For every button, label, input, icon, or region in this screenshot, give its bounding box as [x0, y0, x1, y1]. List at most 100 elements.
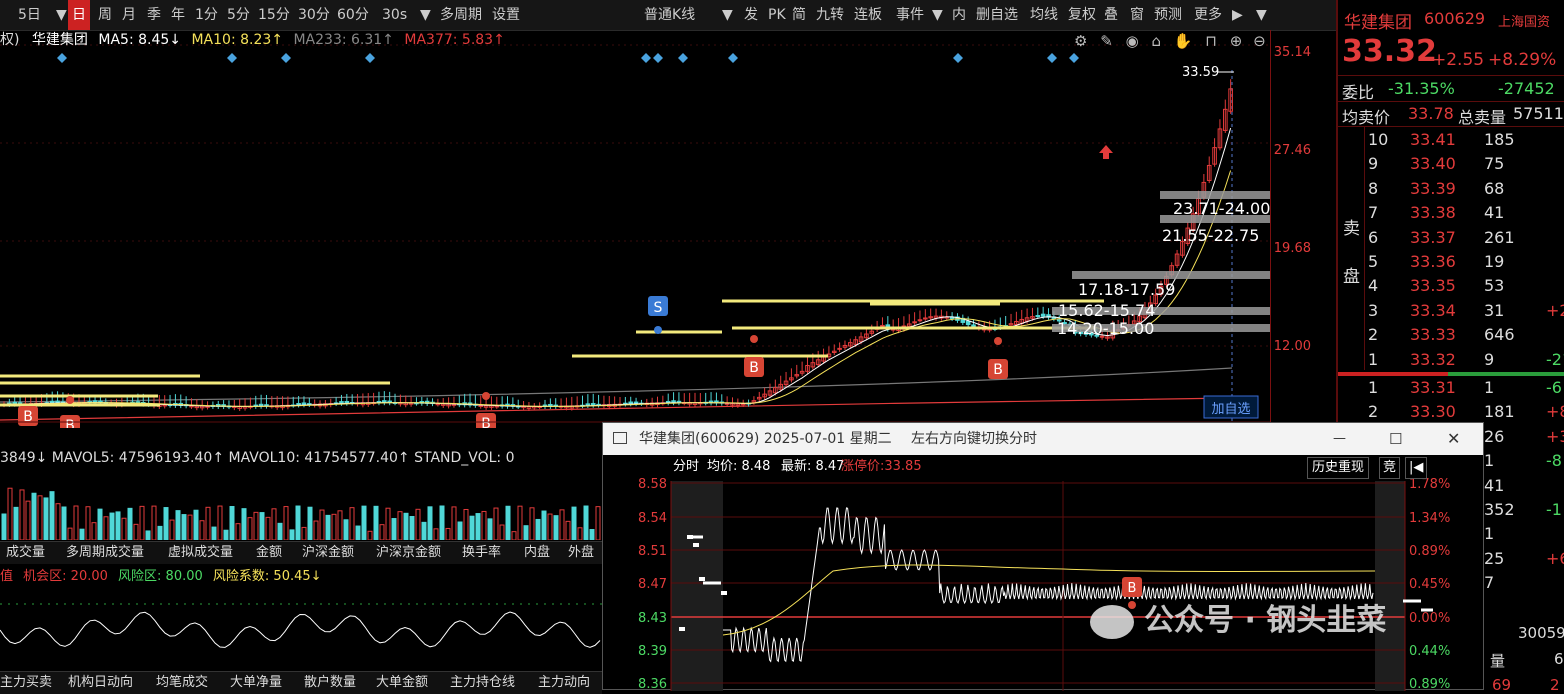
toolbar-item[interactable]: 设置 [488, 0, 524, 30]
toolbar-item[interactable]: 多周期 [436, 0, 486, 30]
gear-icon[interactable]: ⚙ [1074, 32, 1087, 50]
indicator-tab[interactable]: 内盘 [524, 542, 550, 564]
auction-button[interactable]: 竞 [1379, 457, 1401, 479]
toolbar-item[interactable]: 内 [948, 0, 970, 30]
toolbar-item[interactable]: 均线 [1026, 0, 1062, 30]
toolbar-item[interactable]: 九转 [812, 0, 848, 30]
toolbar-item[interactable]: ▼ [416, 0, 435, 30]
toolbar-item[interactable]: 日 [68, 0, 90, 30]
indicator-tab[interactable]: 外盘 [568, 542, 594, 564]
toolbar-item[interactable]: 5分 [223, 0, 254, 30]
zoom-out-icon[interactable]: ⊖ [1253, 32, 1266, 50]
indicator-tab[interactable]: 沪深京金额 [376, 542, 441, 564]
event-diamond [281, 53, 291, 63]
quote-tail-value-2: 6 [1554, 650, 1564, 668]
legend-ma5: MA5: 8.45↓ [98, 32, 182, 48]
toolbar-item[interactable]: 叠 [1100, 0, 1122, 30]
toolbar-item[interactable]: 事件 [892, 0, 928, 30]
history-replay-button[interactable]: 历史重现 [1307, 457, 1370, 479]
divider [1338, 101, 1564, 102]
indicator-tab[interactable]: 换手率 [462, 542, 501, 564]
popup-titlebar[interactable]: 华建集团(600629) 2025-07-01 星期二 左右方向键切换分时 — … [603, 423, 1483, 455]
indicator-tab[interactable]: 机构日动向 [68, 672, 133, 694]
volume-chart[interactable] [0, 470, 602, 540]
minimize-icon[interactable]: — [1333, 423, 1346, 455]
toolbar-item[interactable]: PK [764, 0, 790, 30]
orderbook-cell: +6 [1546, 548, 1564, 568]
volume-legend: 3849↓ MAVOL5: 47596193.40↑ MAVOL10: 4175… [0, 447, 602, 469]
volume-bar [265, 516, 271, 540]
orderbook-cell: 33.36 [1410, 252, 1456, 271]
volume-bar [355, 525, 361, 540]
toolbar-item[interactable]: 60分 [333, 0, 373, 30]
volume-bar [43, 497, 49, 540]
indicator-tab[interactable]: 主力买卖 [0, 672, 52, 694]
price-zone-bar [1072, 271, 1270, 279]
volume-bar [535, 518, 541, 540]
toolbar-item[interactable]: 季 [143, 0, 165, 30]
pct-tick: 0.89% [1409, 677, 1450, 691]
toolbar-item[interactable]: 30s [378, 0, 411, 30]
hand-icon[interactable]: ✋ [1174, 32, 1193, 50]
indicator-tab[interactable]: 虚拟成交量 [168, 542, 233, 564]
toolbar-item[interactable]: 简 [788, 0, 810, 30]
toolbar-item[interactable]: 月 [118, 0, 140, 30]
toolbar-item[interactable]: 连板 [850, 0, 886, 30]
toolbar-item[interactable]: 周 [94, 0, 116, 30]
toolbar-item[interactable]: 发 [740, 0, 762, 30]
toolbar-item[interactable]: ▼ [718, 0, 737, 30]
toolbar-item[interactable]: 1分 [191, 0, 222, 30]
toolbar-item[interactable]: 复权 [1064, 0, 1100, 30]
indicator-tab[interactable]: 多周期成交量 [66, 542, 144, 564]
zoom-in-icon[interactable]: ⊕ [1230, 32, 1243, 50]
toolbar-item[interactable]: 预测 [1150, 0, 1186, 30]
toolbar-item[interactable]: 窗 [1126, 0, 1148, 30]
indicator-tab[interactable]: 成交量 [6, 542, 45, 564]
toolbar-item[interactable]: ▼ [1252, 0, 1271, 30]
pen-icon[interactable]: ✎ [1100, 32, 1113, 50]
volume-bar [529, 507, 535, 540]
toolbar-item[interactable]: 15分 [254, 0, 294, 30]
volume-bar [319, 509, 325, 540]
volume-bar [553, 515, 559, 540]
intraday-chart[interactable]: 8.58 1.78% 8.54 1.34% 8.51 0.89% 8.47 0.45% 8.43… [603, 455, 1483, 691]
weicha-value: -27452 [1498, 79, 1555, 98]
orderbook-cell: 31 [1484, 300, 1505, 320]
toolbar-item[interactable]: 普通K线 [640, 0, 699, 30]
buy-signal-dot [750, 335, 758, 343]
toolbar-item[interactable]: 删自选 [972, 0, 1022, 30]
close-icon[interactable]: ✕ [1447, 423, 1460, 455]
toolbar-item[interactable]: 年 [167, 0, 189, 30]
orderbook-cell: +3 [1546, 426, 1564, 446]
orderbook-cell: 33.32 [1410, 349, 1456, 369]
indicator-tab[interactable]: 主力动向 [538, 672, 590, 694]
indicator-tab[interactable]: 大单金额 [376, 672, 428, 694]
back-to-start-icon[interactable]: |◀ [1405, 457, 1428, 479]
price-tick: 8.54 [638, 511, 667, 526]
lock-icon[interactable]: ⊓ [1205, 32, 1217, 50]
quote-change: +2.55 [1432, 50, 1485, 70]
indicator-tab[interactable]: 散户数量 [304, 672, 356, 694]
indicator-tab[interactable]: 金额 [256, 542, 282, 564]
toolbar-item[interactable]: 更多 [1190, 0, 1226, 30]
toolbar-item[interactable]: 30分 [294, 0, 334, 30]
eye-icon[interactable]: ◉ [1126, 32, 1139, 50]
volume-bar [469, 515, 475, 540]
toolbar-item[interactable]: ▶ [1228, 0, 1247, 30]
volume-bar [523, 525, 529, 540]
volume-bar [505, 505, 511, 540]
price-tick: 8.36 [638, 677, 667, 691]
sell-side-label-2: 盘 [1343, 267, 1360, 287]
toolbar-item[interactable]: 5日 [14, 0, 45, 30]
toolbar-item[interactable]: ▼ [928, 0, 947, 30]
risk-chart[interactable] [0, 588, 602, 672]
indicator-tab[interactable]: 沪深金额 [302, 542, 354, 564]
kline-chart[interactable]: 23.71-24.0021.55-22.7517.18-17.5915.62-1… [0, 30, 1270, 428]
chart-tool-icons: ⚙ ✎ ◉ ⌂ ✋ ⊓ ⊕ ⊖ [1074, 32, 1266, 50]
orderbook-cell: 53 [1484, 276, 1505, 296]
indicator-tab[interactable]: 大单净量 [230, 672, 282, 694]
indicator-tab[interactable]: 均笔成交 [156, 672, 208, 694]
maximize-icon[interactable]: ☐ [1389, 423, 1402, 455]
indicator-tab[interactable]: 主力持仓线 [450, 672, 515, 694]
basket-icon[interactable]: ⌂ [1151, 32, 1161, 50]
